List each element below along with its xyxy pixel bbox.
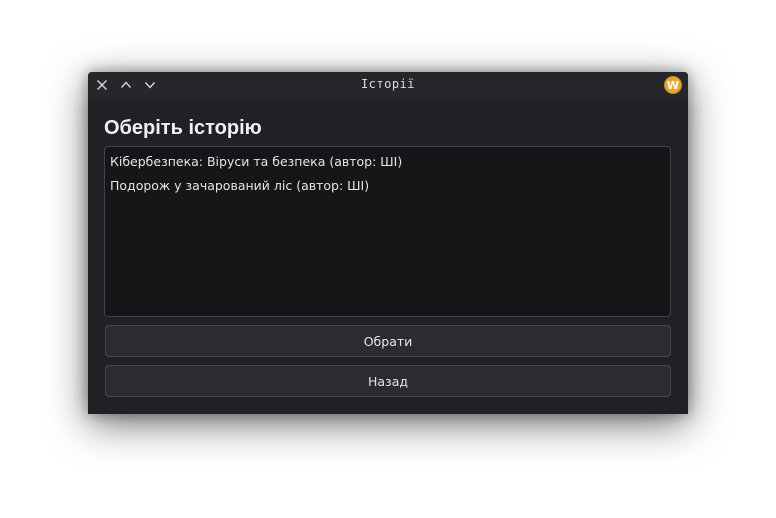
app-window: Історії W Оберіть історію Кібербезпека: … bbox=[88, 72, 688, 414]
titlebar[interactable]: Історії W bbox=[88, 72, 688, 99]
list-item[interactable]: Кібербезпека: Віруси та безпека (автор: … bbox=[105, 150, 670, 174]
select-button[interactable]: Обрати bbox=[105, 325, 671, 357]
story-list[interactable]: Кібербезпека: Віруси та безпека (автор: … bbox=[104, 146, 671, 317]
app-icon: W bbox=[664, 76, 682, 94]
window-title: Історії bbox=[360, 77, 416, 91]
list-item[interactable]: Подорож у зачарований ліс (автор: ШІ) bbox=[105, 174, 670, 198]
page-title: Оберіть історію bbox=[104, 117, 262, 139]
back-button[interactable]: Назад bbox=[105, 365, 671, 397]
